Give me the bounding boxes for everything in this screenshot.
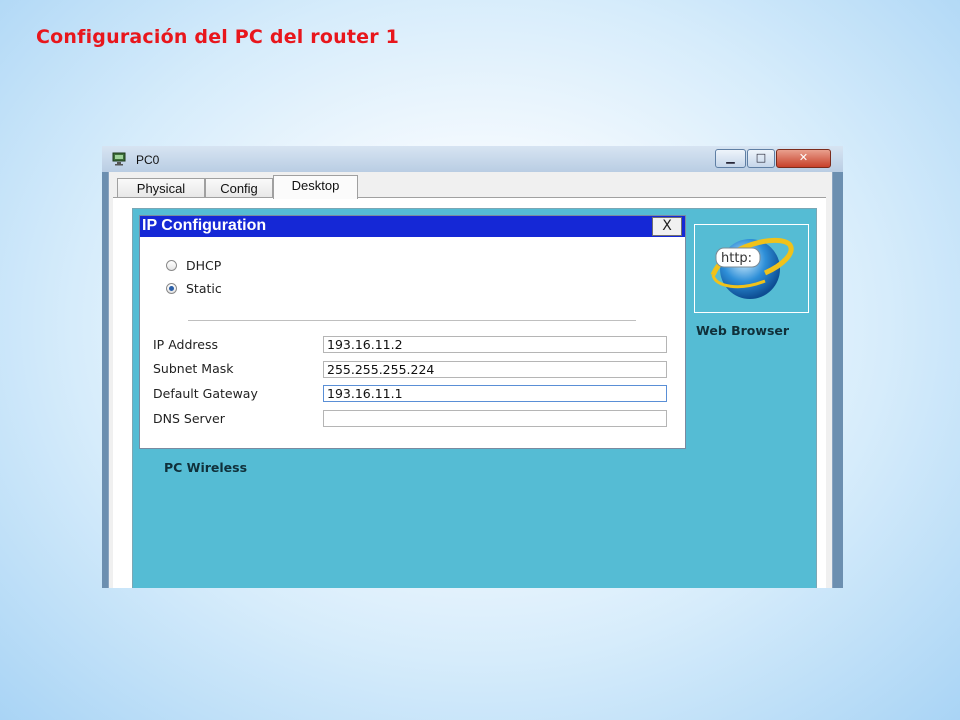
default-gateway-label: Default Gateway: [153, 386, 258, 401]
default-gateway-input[interactable]: 193.16.11.1: [323, 385, 667, 402]
dns-server-input[interactable]: [323, 410, 667, 427]
web-browser-icon: http:: [710, 237, 794, 299]
static-radio[interactable]: [166, 283, 177, 294]
ip-configuration-dialog: IP Configuration X DHCP Static IP Addres…: [139, 215, 686, 449]
pc-icon: [112, 152, 126, 166]
window-body: Physical Config Desktop http: Web Browse…: [108, 172, 833, 588]
pc-wireless-label[interactable]: PC Wireless: [164, 460, 247, 475]
dhcp-radio[interactable]: [166, 260, 177, 271]
dns-server-label: DNS Server: [153, 411, 225, 426]
packet-tracer-screenshot: PC0 ▁ □ ✕ Physical Config Desktop http: …: [102, 146, 843, 588]
divider: [188, 320, 636, 321]
web-browser-app[interactable]: http:: [694, 224, 809, 313]
dialog-close-button[interactable]: X: [652, 217, 682, 236]
tab-physical[interactable]: Physical: [117, 178, 205, 198]
web-browser-label[interactable]: Web Browser: [696, 323, 789, 338]
slide-title: Configuración del PC del router 1: [36, 26, 400, 48]
minimize-button[interactable]: ▁: [715, 149, 746, 168]
dhcp-label: DHCP: [186, 258, 222, 273]
maximize-button[interactable]: □: [747, 149, 775, 168]
desktop-area: http: Web Browser PC Wireless IP Configu…: [132, 208, 817, 588]
ip-address-label: IP Address: [153, 337, 218, 352]
dialog-titlebar: IP Configuration X: [140, 216, 685, 237]
http-icon-text: http:: [721, 251, 752, 266]
tab-config[interactable]: Config: [205, 178, 273, 198]
tab-desktop[interactable]: Desktop: [273, 175, 358, 199]
window-titlebar: PC0 ▁ □ ✕: [102, 146, 843, 172]
dialog-title: IP Configuration: [142, 217, 267, 234]
ip-address-input[interactable]: 193.16.11.2: [323, 336, 667, 353]
subnet-mask-label: Subnet Mask: [153, 361, 234, 376]
desktop-tab-panel: http: Web Browser PC Wireless IP Configu…: [113, 197, 826, 588]
window-close-button[interactable]: ✕: [776, 149, 831, 168]
window-title: PC0: [136, 153, 160, 167]
subnet-mask-input[interactable]: 255.255.255.224: [323, 361, 667, 378]
static-label: Static: [186, 281, 222, 296]
